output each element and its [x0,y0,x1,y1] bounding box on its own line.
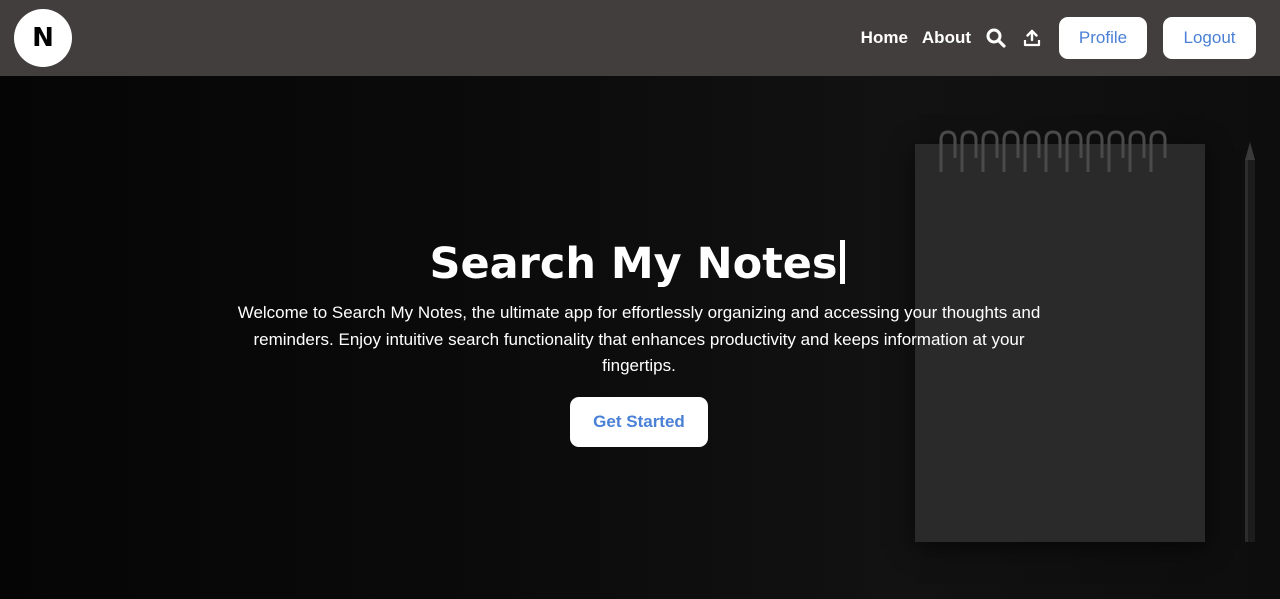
profile-button[interactable]: Profile [1059,17,1147,59]
hero-description: Welcome to Search My Notes, the ultimate… [237,303,1041,375]
upload-icon[interactable] [1021,27,1043,49]
hero-section: Search My Notes Welcome to Search My Not… [0,76,1280,599]
nav-link-home[interactable]: Home [861,28,908,48]
page-title: Search My Notes [429,236,845,292]
nav-link-about[interactable]: About [922,28,971,48]
hero-content: Search My Notes Welcome to Search My Not… [0,236,1280,447]
search-icon[interactable] [985,27,1007,49]
get-started-button[interactable]: Get Started [570,396,708,447]
page-title-text: Search My Notes [429,239,838,289]
typing-cursor [839,240,845,284]
notepad-spiral-decoration [939,130,1167,172]
nav-menu: Home About Profile Logout [861,17,1256,59]
logo[interactable]: N [14,9,72,67]
logout-button[interactable]: Logout [1163,17,1256,59]
navbar: N Home About Profile Logout [0,0,1280,76]
